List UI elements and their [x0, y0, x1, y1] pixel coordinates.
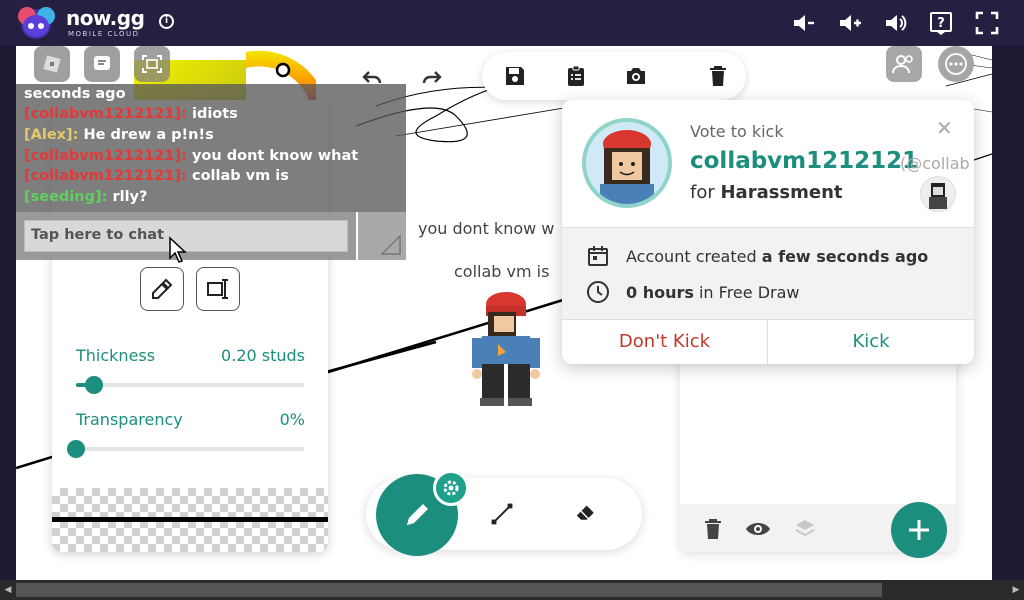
text-cursor-icon	[207, 279, 228, 299]
transparency-value: 0%	[279, 410, 305, 429]
chat-message: [collabvm1212121]: you dont know what	[24, 148, 359, 164]
chat-toggle-button[interactable]	[84, 46, 120, 82]
transparency-label: Transparency	[76, 410, 183, 429]
chat-message: [collabvm1212121]: idiots	[24, 106, 238, 122]
chat-icon	[94, 56, 110, 70]
close-icon[interactable]: ✕	[936, 116, 953, 140]
eraser-icon[interactable]	[574, 500, 608, 534]
layers-icon[interactable]	[794, 518, 816, 540]
brand-name: now.gg	[66, 6, 145, 30]
trash-icon[interactable]	[706, 64, 730, 88]
clock-icon	[587, 281, 609, 303]
scroll-right-icon[interactable]: ▶	[1010, 583, 1022, 597]
target-username: collabvm1212121	[690, 148, 919, 174]
hours-played: 0 hours in Free Draw	[626, 283, 800, 302]
pencil-icon	[407, 504, 428, 525]
target-info: Account created a few seconds ago 0 hour…	[562, 227, 974, 319]
chat-message: [Alex]: He drew a p!n!s	[24, 127, 214, 143]
player-chat-bubble: you dont know w	[418, 219, 555, 238]
fullscreen-icon[interactable]	[974, 10, 1000, 36]
thickness-label: Thickness	[76, 346, 156, 365]
camera-icon[interactable]	[624, 64, 648, 88]
add-layer-button[interactable]	[891, 502, 947, 558]
svg-text:?: ?	[937, 16, 945, 31]
chat-resize-handle[interactable]	[358, 212, 406, 260]
chat-message: [collabvm1212121]: collab vm is	[24, 168, 289, 184]
eyedropper-icon	[152, 278, 173, 299]
window-right-edge	[992, 46, 1024, 580]
players-icon	[892, 55, 913, 74]
calendar-icon	[588, 246, 608, 266]
scroll-left-icon[interactable]: ◀	[2, 583, 14, 597]
chat-header: seconds ago	[24, 86, 126, 102]
frame-icon	[142, 55, 162, 73]
account-created: Account created a few seconds ago	[626, 247, 929, 266]
clipboard-icon[interactable]	[564, 64, 588, 88]
target-avatar	[582, 118, 672, 208]
mouse-cursor-icon	[169, 236, 187, 263]
players-button[interactable]	[886, 46, 922, 82]
vote-title: Vote to kick	[690, 122, 784, 141]
kick-button[interactable]: Kick	[768, 320, 974, 364]
brush-settings-button[interactable]	[433, 470, 469, 506]
eyedropper-button[interactable]	[140, 267, 184, 311]
help-icon[interactable]: ?	[928, 10, 954, 36]
layer-visibility-icon[interactable]	[744, 519, 772, 539]
info-icon[interactable]: i	[159, 14, 174, 29]
transparency-slider[interactable]	[76, 447, 304, 451]
target-handle: (@collab	[900, 154, 970, 173]
vote-buttons: Don't Kick Kick	[562, 319, 974, 364]
vote-kick-dialog: Vote to kick ✕ collabvm1212121 (@collab …	[562, 100, 974, 364]
more-options-button[interactable]	[938, 46, 974, 82]
gear-icon	[443, 480, 459, 496]
text-tool-button[interactable]	[196, 267, 240, 311]
save-icon[interactable]	[503, 64, 527, 88]
nowgg-logo	[18, 7, 55, 39]
layer-trash-icon[interactable]	[702, 518, 724, 540]
plus-icon	[909, 520, 929, 540]
redo-icon[interactable]	[420, 66, 444, 90]
roblox-menu-button[interactable]	[34, 46, 70, 82]
player-avatar[interactable]	[468, 292, 544, 412]
dont-kick-button[interactable]: Don't Kick	[562, 320, 768, 364]
roblox-icon	[43, 55, 61, 73]
screenshot-mode-button[interactable]	[134, 46, 170, 82]
volume-icon[interactable]	[882, 10, 908, 36]
initiator-avatar	[920, 176, 956, 212]
chat-message: [seeding]: rlly?	[24, 189, 148, 205]
more-icon	[945, 53, 967, 75]
volume-down-icon[interactable]	[790, 10, 816, 36]
brand-subtitle: MOBILE CLOUD	[68, 30, 140, 38]
line-tool-icon[interactable]	[490, 502, 520, 532]
thickness-value: 0.20 studs	[221, 346, 305, 365]
scrollbar-thumb[interactable]	[16, 583, 882, 597]
thickness-slider[interactable]	[76, 383, 304, 387]
player-chat-bubble: collab vm is	[454, 262, 550, 281]
undo-icon[interactable]	[360, 66, 384, 90]
resize-icon	[380, 234, 401, 255]
top-bar: now.gg MOBILE CLOUD i ?	[0, 0, 1024, 46]
volume-up-icon[interactable]	[836, 10, 862, 36]
stroke-preview-line	[52, 517, 328, 522]
kick-reason: for Harassment	[690, 182, 843, 203]
transparency-slider-knob[interactable]	[67, 440, 85, 458]
